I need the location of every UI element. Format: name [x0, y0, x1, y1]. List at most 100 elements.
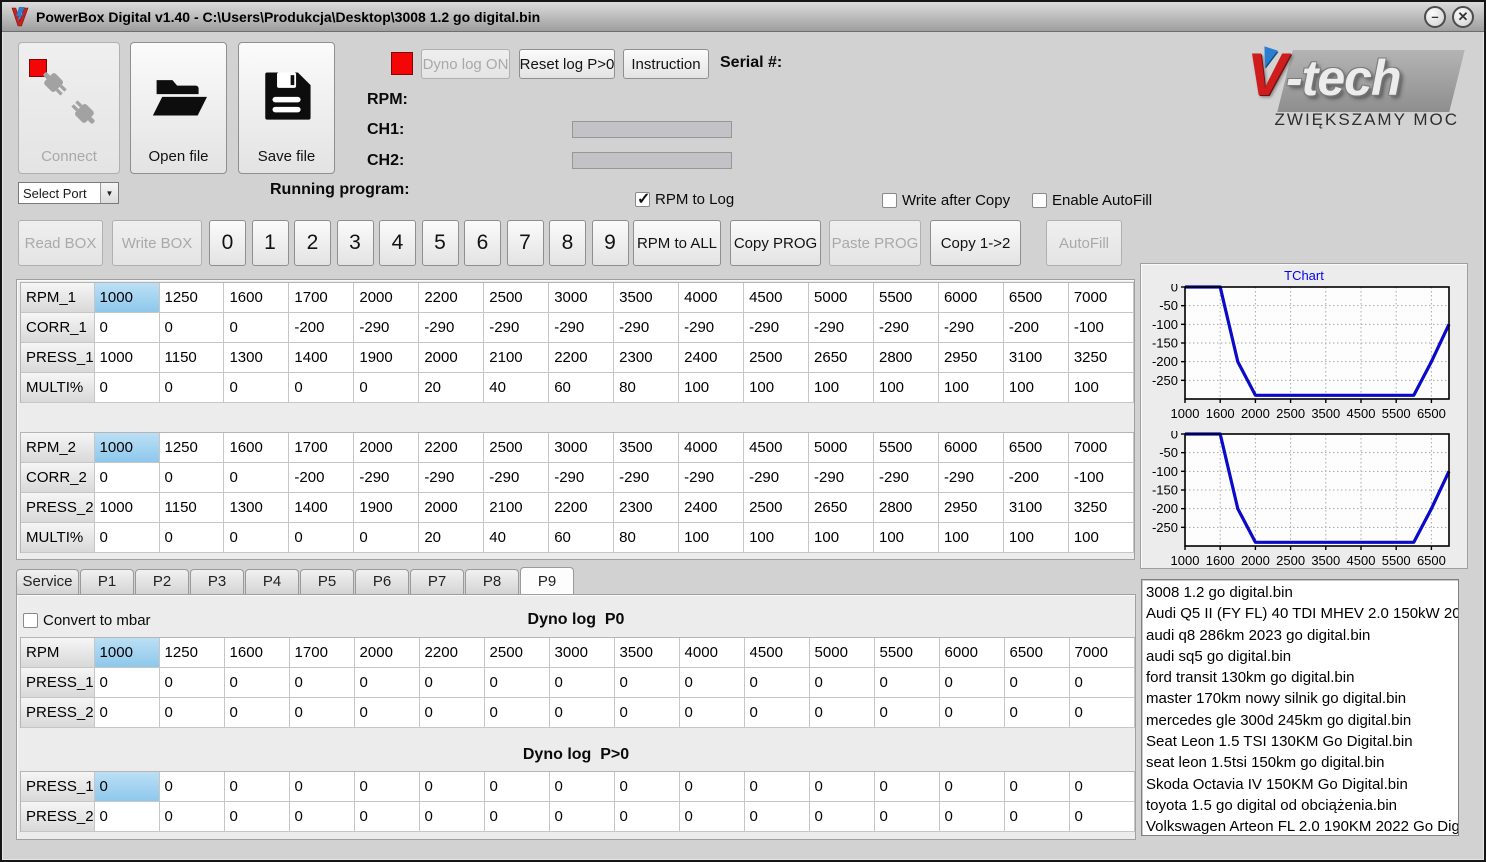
tab-p3[interactable]: P3	[190, 569, 244, 594]
cell-multi%-6[interactable]: 40	[484, 523, 550, 553]
cell-press_1-11[interactable]: 2650	[809, 343, 874, 373]
checkbox-box[interactable]	[1032, 193, 1047, 208]
paste-prog-button[interactable]: Paste PROG	[829, 220, 921, 266]
cell-rpm-13[interactable]: 6000	[939, 638, 1005, 668]
cell-corr_2-0[interactable]: 0	[94, 463, 160, 493]
cell-corr_1-0[interactable]: 0	[94, 313, 160, 343]
write-box-button[interactable]: Write BOX	[112, 220, 202, 266]
cell-rpm_2-1[interactable]: 1250	[159, 433, 225, 463]
digit-5-button[interactable]: 5	[421, 220, 459, 266]
cell-press_2-11[interactable]: 0	[809, 802, 875, 832]
tab-p8[interactable]: P8	[465, 569, 519, 594]
cell-press_2-6[interactable]: 0	[484, 802, 550, 832]
cell-press_2-9[interactable]: 0	[679, 698, 745, 728]
cell-rpm_2-13[interactable]: 6000	[938, 433, 1004, 463]
cell-press_2-12[interactable]: 0	[874, 802, 940, 832]
file-list-item[interactable]: ford transit 130km go digital.bin	[1146, 667, 1458, 688]
cell-press_2-2[interactable]: 0	[224, 698, 290, 728]
cell-rpm_1-12[interactable]: 5500	[873, 283, 939, 313]
cell-press_1-4[interactable]: 0	[354, 668, 420, 698]
copy-prog-button[interactable]: Copy PROG	[730, 220, 821, 266]
cell-multi%-5[interactable]: 20	[419, 373, 485, 403]
cell-rpm-9[interactable]: 4000	[679, 638, 745, 668]
cell-rpm_1-4[interactable]: 2000	[354, 283, 420, 313]
cell-multi%-3[interactable]: 0	[289, 373, 355, 403]
cell-press_2-10[interactable]: 0	[744, 802, 810, 832]
cell-multi%-1[interactable]: 0	[159, 373, 225, 403]
cell-rpm_1-7[interactable]: 3000	[549, 283, 615, 313]
cell-press_2-0[interactable]: 0	[94, 698, 160, 728]
cell-multi%-0[interactable]: 0	[94, 523, 160, 553]
cell-press_2-13[interactable]: 0	[939, 802, 1005, 832]
cell-multi%-2[interactable]: 0	[224, 523, 290, 553]
cell-corr_2-7[interactable]: -290	[549, 463, 615, 493]
cell-press_2-4[interactable]: 1900	[354, 493, 420, 523]
cell-press_1-0[interactable]: 1000	[94, 343, 160, 373]
cell-corr_2-1[interactable]: 0	[159, 463, 225, 493]
cell-rpm_1-5[interactable]: 2200	[419, 283, 485, 313]
connect-button[interactable]: Connect	[18, 42, 120, 174]
save-file-button[interactable]: Save file	[238, 42, 335, 174]
file-list-item[interactable]: audi q8 286km 2023 go digital.bin	[1146, 625, 1458, 646]
close-button[interactable]: ✕	[1452, 6, 1474, 28]
cell-press_1-11[interactable]: 0	[809, 772, 875, 802]
cell-press_1-9[interactable]: 2400	[679, 343, 745, 373]
cell-press_2-2[interactable]: 1300	[224, 493, 290, 523]
cell-multi%-15[interactable]: 100	[1068, 373, 1134, 403]
cell-multi%-4[interactable]: 0	[354, 373, 420, 403]
cell-press_1-4[interactable]: 0	[354, 772, 420, 802]
cell-press_1-2[interactable]: 1300	[224, 343, 290, 373]
cell-rpm_1-10[interactable]: 4500	[744, 283, 810, 313]
cell-press_1-6[interactable]: 0	[484, 772, 550, 802]
cell-rpm-7[interactable]: 3000	[549, 638, 615, 668]
cell-rpm_2-5[interactable]: 2200	[419, 433, 485, 463]
cell-multi%-1[interactable]: 0	[159, 523, 225, 553]
cell-rpm_1-15[interactable]: 7000	[1068, 283, 1134, 313]
cell-multi%-9[interactable]: 100	[679, 373, 745, 403]
write-after-copy-checkbox[interactable]: Write after Copy	[882, 192, 1010, 209]
cell-press_1-14[interactable]: 0	[1004, 772, 1070, 802]
cell-corr_1-13[interactable]: -290	[938, 313, 1004, 343]
cell-press_1-7[interactable]: 2200	[549, 343, 615, 373]
cell-rpm_1-11[interactable]: 5000	[809, 283, 874, 313]
cell-press_2-5[interactable]: 0	[419, 698, 485, 728]
file-list-item[interactable]: Audi Q5 II (FY FL) 40 TDI MHEV 2.0 150kW…	[1146, 603, 1458, 624]
cell-corr_2-13[interactable]: -290	[938, 463, 1004, 493]
cell-multi%-13[interactable]: 100	[938, 373, 1004, 403]
cell-press_1-5[interactable]: 2000	[419, 343, 485, 373]
cell-rpm_1-3[interactable]: 1700	[289, 283, 355, 313]
enable-autofill-checkbox[interactable]: Enable AutoFill	[1032, 192, 1152, 209]
cell-press_1-12[interactable]: 0	[874, 668, 940, 698]
cell-press_2-13[interactable]: 0	[939, 698, 1005, 728]
cell-corr_1-9[interactable]: -290	[679, 313, 745, 343]
cell-press_1-13[interactable]: 0	[939, 668, 1005, 698]
file-list-item[interactable]: Volkswagen Arteon FL 2.0 190KM 2022 Go D…	[1146, 816, 1458, 835]
cell-rpm-10[interactable]: 4500	[744, 638, 810, 668]
cell-press_2-11[interactable]: 0	[809, 698, 875, 728]
cell-multi%-7[interactable]: 60	[549, 373, 615, 403]
cell-corr_1-7[interactable]: -290	[549, 313, 615, 343]
cell-press_1-8[interactable]: 0	[614, 772, 680, 802]
cell-press_1-0[interactable]: 0	[94, 668, 160, 698]
reset-log-button[interactable]: Reset log P>0	[519, 49, 615, 79]
cell-press_1-3[interactable]: 1400	[289, 343, 355, 373]
digit-6-button[interactable]: 6	[464, 220, 501, 266]
instruction-button[interactable]: Instruction	[623, 49, 709, 79]
cell-rpm-5[interactable]: 2200	[419, 638, 485, 668]
cell-press_1-1[interactable]: 0	[159, 668, 225, 698]
cell-press_2-9[interactable]: 2400	[679, 493, 745, 523]
cell-press_1-3[interactable]: 0	[289, 668, 355, 698]
cell-press_1-4[interactable]: 1900	[354, 343, 420, 373]
cell-multi%-12[interactable]: 100	[873, 373, 939, 403]
cell-corr_2-11[interactable]: -290	[809, 463, 874, 493]
rpm-to-all-button[interactable]: RPM to ALL	[633, 220, 721, 266]
cell-press_2-8[interactable]: 0	[614, 698, 680, 728]
cell-rpm-11[interactable]: 5000	[809, 638, 875, 668]
tab-p6[interactable]: P6	[355, 569, 409, 594]
digit-4-button[interactable]: 4	[379, 220, 416, 266]
cell-press_2-7[interactable]: 0	[549, 802, 615, 832]
file-list-item[interactable]: toyota 1.5 go digital od obciążenia.bin	[1146, 795, 1458, 816]
cell-press_2-1[interactable]: 0	[159, 802, 225, 832]
cell-corr_1-6[interactable]: -290	[484, 313, 550, 343]
cell-corr_2-4[interactable]: -290	[354, 463, 420, 493]
